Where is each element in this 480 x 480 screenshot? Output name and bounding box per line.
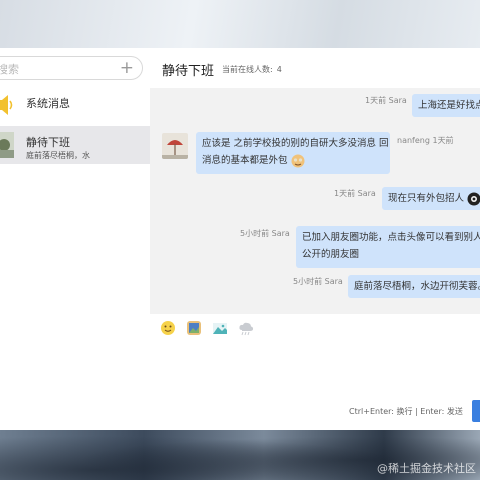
send-hint: Ctrl+Enter: 换行 | Enter: 发送: [349, 407, 463, 416]
message-text: 庭前落尽梧桐，水边开彻芙蓉。: [354, 281, 480, 292]
speaker-icon: [0, 92, 14, 118]
message-bubble: 现在只有外包招人: [382, 187, 480, 210]
search-input[interactable]: 搜索 +: [0, 56, 143, 80]
message-meta: 5小时前 Sara: [240, 229, 290, 238]
message-bubble: 上海还是好找点: [412, 94, 480, 117]
user-avatar[interactable]: [162, 133, 188, 159]
conversation-title: 系统消息: [26, 97, 70, 110]
message-text: 现在只有外包招人: [388, 193, 465, 204]
input-toolbar: [150, 316, 480, 340]
emoji-icon: [467, 192, 480, 206]
online-label: 当前在线人数:: [222, 65, 273, 74]
conversation-item-system[interactable]: 系统消息: [0, 86, 150, 124]
message-text-line: 已加入朋友圈功能，点击头像可以看到别人: [302, 232, 480, 243]
cloud-icon[interactable]: [238, 320, 254, 336]
message-meta: 5小时前 Sara: [293, 277, 343, 286]
message-text-line: 应该是 之前学校投的别的自研大多没消息 回: [202, 138, 389, 149]
background-top: [0, 0, 480, 48]
conversation-title: 静待下班: [26, 136, 70, 149]
message-meta: 1天前 Sara: [365, 96, 407, 105]
message-text-line: 消息的基本都是外包: [202, 155, 288, 166]
search-placeholder: 搜索: [0, 63, 19, 76]
sidebar: 搜索 + 系统消息 静待下班 庭前落尽梧桐，水: [0, 48, 151, 430]
chat-panel: 静待下班 当前在线人数: 4 1天前 Sara 上海还是好找点 应该是 之前学校投…: [150, 48, 480, 430]
online-number: 4: [276, 65, 282, 74]
conversation-preview: 庭前落尽梧桐，水: [26, 151, 90, 160]
message-bubble: 已加入朋友圈功能，点击头像可以看到别人 公开的朋友圈: [296, 226, 480, 268]
watermark: @稀土掘金技术社区: [377, 462, 476, 475]
group-avatar: [0, 132, 14, 158]
message-input[interactable]: [150, 340, 480, 400]
picture-icon[interactable]: [212, 320, 228, 336]
message-meta: 1天前 Sara: [334, 189, 376, 198]
message-text-line: 公开的朋友圈: [302, 249, 360, 260]
conversation-item-group[interactable]: 静待下班 庭前落尽梧桐，水: [0, 126, 150, 164]
message-text: 上海还是好找点: [418, 100, 480, 111]
emoji-icon[interactable]: [160, 320, 176, 336]
online-count: 当前在线人数: 4: [222, 64, 282, 75]
send-button[interactable]: [472, 400, 480, 422]
emoji-icon: [291, 154, 305, 168]
image-icon[interactable]: [186, 320, 202, 336]
chat-title: 静待下班: [162, 64, 215, 79]
plus-icon[interactable]: +: [120, 58, 134, 78]
message-meta: nanfeng 1天前: [397, 136, 454, 145]
message-list: 1天前 Sara 上海还是好找点 应该是 之前学校投的别的自研大多没消息 回 消…: [150, 88, 480, 314]
chat-header: 静待下班 当前在线人数: 4: [150, 48, 480, 88]
message-bubble: 庭前落尽梧桐，水边开彻芙蓉。: [348, 275, 480, 298]
message-bubble: 应该是 之前学校投的别的自研大多没消息 回 消息的基本都是外包: [196, 132, 390, 174]
